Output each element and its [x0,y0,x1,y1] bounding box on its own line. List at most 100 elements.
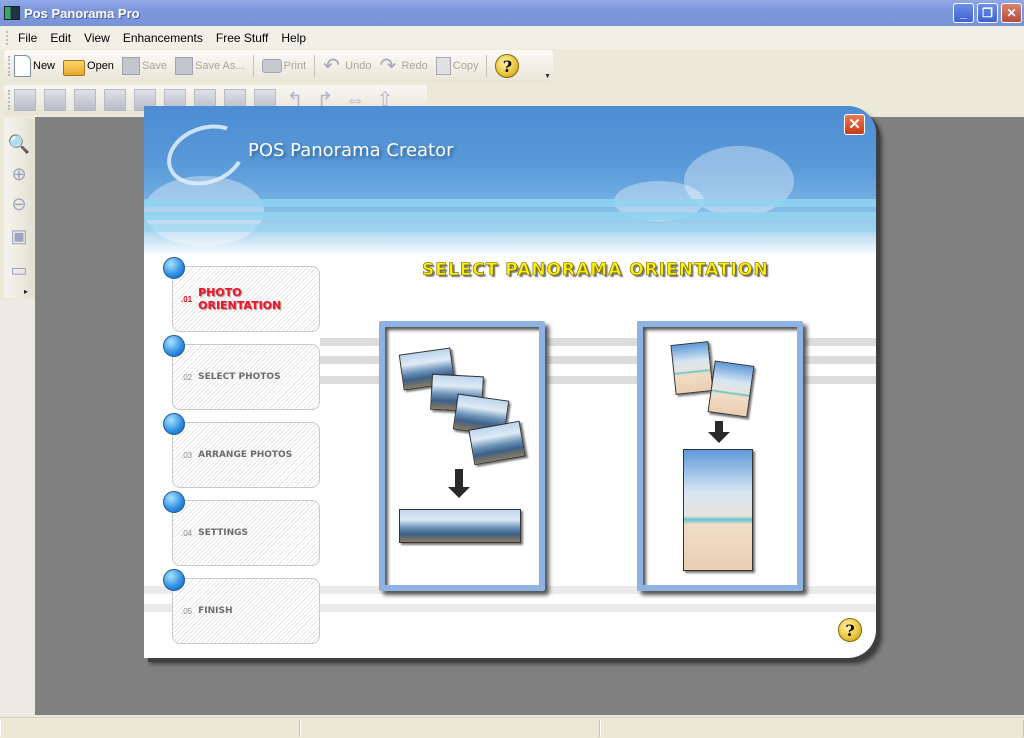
step-number: .03 [181,450,193,460]
zoom-in-icon[interactable]: ⊕ [7,162,31,186]
step-select-photos[interactable]: .02 SELECT PHOTOS [163,335,320,410]
menu-enhancements[interactable]: Enhancements [123,31,203,45]
close-button[interactable]: ✕ [1001,3,1022,23]
toolbar-separator [252,55,254,77]
window-title: Pos Panorama Pro [24,5,140,21]
left-panel [0,300,35,715]
menu-edit[interactable]: Edit [50,31,71,45]
levels-icon[interactable] [74,89,96,111]
help-icon: ? [495,54,520,78]
redo-label: Redo [401,60,428,72]
menu-grip[interactable] [6,31,8,45]
print-label: Print [283,60,307,72]
step-photo-orientation[interactable]: .01 PHOTO ORIENTATION [163,257,320,332]
arrow-down-icon [448,487,470,498]
step-number: .05 [181,606,193,616]
status-bar [0,717,1024,738]
source-photo [468,420,526,466]
open-label: Open [87,60,114,72]
redo-button[interactable]: ↷ Redo [379,52,427,80]
toolbar-grip[interactable] [8,90,10,110]
step-settings[interactable]: .04 SETTINGS [163,491,320,566]
help-button[interactable]: ? [495,52,520,80]
status-cell-1 [0,720,300,737]
curves-icon[interactable] [104,89,126,111]
step-label: SETTINGS [198,528,248,538]
copy-label: Copy [452,60,479,72]
arrow-down-icon [455,469,463,487]
print-button[interactable]: Print [261,52,307,80]
header-band [144,199,876,207]
toolbar-separator [314,55,316,77]
menu-help[interactable]: Help [281,31,306,45]
undo-label: Undo [345,60,372,72]
main-toolbar: New Open Save Save As... Print ↶ Undo ↷ Re… [4,50,553,82]
cloud-decoration [144,176,264,246]
zoom-out-icon[interactable]: ⊖ [7,192,31,216]
arrow-down-icon [708,432,730,443]
monitor-icon[interactable]: ▭ [7,258,31,282]
source-photo [707,360,755,418]
save-as-button[interactable]: Save As... [175,52,245,80]
step-finish[interactable]: .05 FINISH [163,569,320,644]
status-cell-3 [600,720,1024,737]
step-bullet-icon [163,257,185,279]
step-number: .04 [181,528,193,538]
vertical-panorama-result [683,449,753,571]
actual-size-icon[interactable]: ▣ [7,224,31,248]
minimize-button[interactable]: _ [953,3,974,23]
new-document-icon [14,55,31,77]
horizontal-panorama-result [399,509,521,543]
menu-view[interactable]: View [84,31,110,45]
step-bullet-icon [163,413,185,435]
save-label: Save [141,60,168,72]
app-icon [4,6,20,20]
new-label: New [33,60,56,72]
printer-icon [261,59,282,73]
dialog-close-button[interactable]: ✕ [844,114,865,135]
step-number: .02 [181,372,193,382]
menu-free-stuff[interactable]: Free Stuff [216,31,268,45]
folder-open-icon [63,60,86,76]
zoom-fit-icon[interactable]: 🔍 [7,132,31,156]
step-label: SELECT PHOTOS [198,372,281,382]
horizontal-orientation-option[interactable] [379,321,545,591]
undo-button[interactable]: ↶ Undo [323,52,371,80]
step-number: .01 [181,294,193,304]
contrast-icon[interactable] [44,89,66,111]
toolbar-grip[interactable] [8,56,10,76]
open-button[interactable]: Open [63,52,114,80]
step-label: PHOTO ORIENTATION [198,286,282,312]
source-photo [670,341,714,395]
vertical-orientation-option[interactable] [637,321,803,591]
menu-bar: File Edit View Enhancements Free Stuff H… [0,27,1024,49]
new-button[interactable]: New [14,52,55,80]
save-as-label: Save As... [195,60,245,72]
panorama-creator-dialog: POS Panorama Creator ✕ .01 PHOTO ORIENTA… [144,106,876,658]
undo-icon: ↶ [323,55,340,77]
redo-icon: ↷ [379,55,397,77]
copy-icon [435,57,451,75]
dialog-help-icon[interactable]: ? [838,618,862,642]
step-bullet-icon [163,569,185,591]
minimize-icon: _ [960,6,967,20]
dialog-header: POS Panorama Creator [144,106,876,256]
save-icon [121,57,140,75]
header-band [144,212,876,220]
close-icon: ✕ [1006,6,1017,20]
view-toolbar: 🔍 ⊕ ⊖ ▣ ▭ ▸ [4,118,34,298]
step-bullet-icon [163,335,185,357]
toolbar-separator [486,55,488,77]
restore-button[interactable]: ❐ [977,3,998,23]
copy-button[interactable]: Copy [435,52,479,80]
toolbar-expand-icon[interactable]: ▸ [24,287,28,296]
menu-file[interactable]: File [18,31,37,45]
step-arrange-photos[interactable]: .03 ARRANGE PHOTOS [163,413,320,488]
save-button[interactable]: Save [121,52,168,80]
toolbar-overflow-icon[interactable]: ▼ [544,73,551,80]
header-band [144,224,876,232]
step-label: ARRANGE PHOTOS [198,450,293,460]
brightness-icon[interactable] [14,89,36,111]
save-as-icon [175,57,194,75]
step-bullet-icon [163,491,185,513]
